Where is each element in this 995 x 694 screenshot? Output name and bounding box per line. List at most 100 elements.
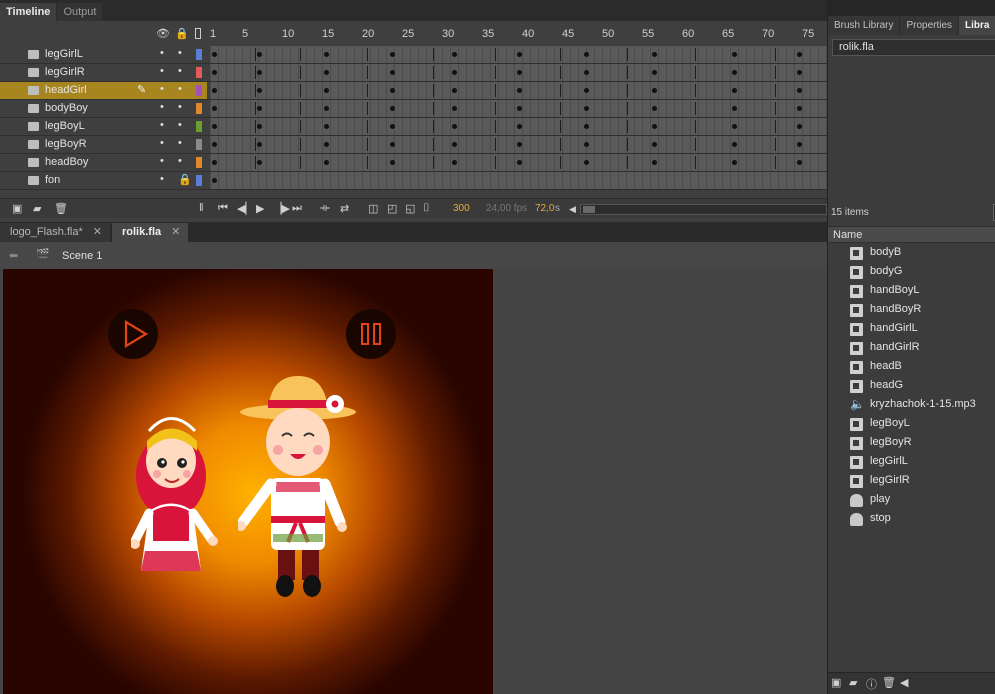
layer-name-cell[interactable]: headGirl ✎ • • bbox=[0, 82, 207, 99]
library-item[interactable]: headG bbox=[828, 377, 995, 396]
library-item[interactable]: bodyG bbox=[828, 263, 995, 282]
tab-properties[interactable]: Properties bbox=[900, 16, 959, 35]
properties-icon[interactable]: ⓘ bbox=[866, 676, 877, 692]
layer-frames[interactable] bbox=[210, 100, 841, 117]
keyframe[interactable] bbox=[324, 142, 329, 147]
keyframe[interactable] bbox=[732, 124, 737, 129]
keyframe[interactable] bbox=[584, 106, 589, 111]
keyframe[interactable] bbox=[390, 106, 395, 111]
last-frame-icon[interactable]: ⏭ bbox=[292, 202, 302, 215]
keyframe[interactable] bbox=[584, 160, 589, 165]
stop-button[interactable] bbox=[346, 309, 396, 359]
onion-outline-icon[interactable]: ◰ bbox=[387, 202, 397, 215]
keyframe[interactable] bbox=[732, 160, 737, 165]
new-folder-icon[interactable]: ▰ bbox=[849, 676, 857, 689]
keyframe[interactable] bbox=[390, 142, 395, 147]
keyframe[interactable] bbox=[390, 124, 395, 129]
boy-character[interactable] bbox=[238, 374, 368, 604]
lock-dot-icon[interactable]: • bbox=[178, 137, 182, 149]
stage[interactable] bbox=[3, 269, 493, 694]
delete-icon[interactable]: 🗑 bbox=[882, 676, 896, 689]
layer-color-swatch[interactable] bbox=[196, 139, 202, 150]
layer-row[interactable]: legBoyL • • bbox=[0, 118, 841, 136]
edit-multiple-icon[interactable]: ◱ bbox=[405, 202, 415, 215]
library-item[interactable]: stop bbox=[828, 510, 995, 529]
elapsed-time[interactable]: 72,0 bbox=[535, 203, 554, 214]
layer-color-swatch[interactable] bbox=[196, 175, 202, 186]
layer-row[interactable]: legGirlL • • bbox=[0, 46, 841, 64]
keyframe[interactable] bbox=[257, 70, 262, 75]
keyframe[interactable] bbox=[732, 70, 737, 75]
library-item[interactable]: legBoyL bbox=[828, 415, 995, 434]
keyframe[interactable] bbox=[212, 70, 217, 75]
visibility-dot-icon[interactable]: • bbox=[160, 47, 164, 59]
library-item[interactable]: handBoyR bbox=[828, 301, 995, 320]
keyframe[interactable] bbox=[452, 160, 457, 165]
keyframe[interactable] bbox=[212, 52, 217, 57]
keyframe[interactable] bbox=[797, 124, 802, 129]
layer-color-swatch[interactable] bbox=[196, 85, 202, 96]
keyframe[interactable] bbox=[797, 52, 802, 57]
scroll-left-icon[interactable]: ◀ bbox=[569, 204, 576, 215]
keyframe[interactable] bbox=[584, 52, 589, 57]
layer-frames[interactable] bbox=[210, 172, 827, 189]
keyframe[interactable] bbox=[797, 142, 802, 147]
keyframe[interactable] bbox=[652, 88, 657, 93]
timeline-scroll-thumb[interactable] bbox=[583, 206, 595, 213]
keyframe[interactable] bbox=[517, 70, 522, 75]
layer-frames[interactable] bbox=[210, 136, 841, 153]
lock-icon[interactable]: 🔒 bbox=[175, 27, 189, 40]
layer-frames[interactable] bbox=[210, 118, 841, 135]
keyframe[interactable] bbox=[517, 160, 522, 165]
layer-name[interactable]: headBoy bbox=[45, 156, 88, 168]
layer-frames[interactable] bbox=[210, 82, 841, 99]
lock-dot-icon[interactable]: • bbox=[178, 101, 182, 113]
keyframe[interactable] bbox=[324, 124, 329, 129]
keyframe[interactable] bbox=[212, 178, 217, 183]
layer-name-cell[interactable]: legGirlR • • bbox=[0, 64, 207, 81]
visibility-dot-icon[interactable]: • bbox=[160, 119, 164, 131]
keyframe[interactable] bbox=[212, 106, 217, 111]
keyframe[interactable] bbox=[517, 124, 522, 129]
play-icon[interactable]: ▶ bbox=[256, 202, 264, 215]
center-frame-icon[interactable]: ⇄ bbox=[340, 202, 349, 215]
layer-name[interactable]: legGirlL bbox=[45, 48, 83, 60]
keyframe[interactable] bbox=[652, 106, 657, 111]
layer-row[interactable]: bodyBoy • • bbox=[0, 100, 841, 118]
layer-name-cell[interactable]: fon • 🔒 bbox=[0, 172, 207, 189]
keyframe[interactable] bbox=[390, 88, 395, 93]
step-forward-icon[interactable]: ▕▶ bbox=[273, 202, 290, 215]
keyframe[interactable] bbox=[452, 142, 457, 147]
scene-label[interactable]: Scene 1 bbox=[62, 250, 102, 262]
keyframe[interactable] bbox=[257, 88, 262, 93]
keyframe[interactable] bbox=[797, 106, 802, 111]
keyframe[interactable] bbox=[652, 142, 657, 147]
keyframe[interactable] bbox=[324, 70, 329, 75]
keyframe[interactable] bbox=[584, 88, 589, 93]
frame-rate[interactable]: 24,00 fps bbox=[486, 203, 527, 214]
keyframe[interactable] bbox=[324, 52, 329, 57]
timeline-scrollbar[interactable] bbox=[580, 204, 827, 215]
keyframe[interactable] bbox=[390, 52, 395, 57]
layer-frames[interactable] bbox=[210, 154, 841, 171]
girl-character[interactable] bbox=[131, 401, 251, 601]
library-item[interactable]: legBoyR bbox=[828, 434, 995, 453]
lock-dot-icon[interactable]: • bbox=[178, 155, 182, 167]
keyframe[interactable] bbox=[324, 106, 329, 111]
library-item[interactable]: bodyB bbox=[828, 244, 995, 263]
keyframe[interactable] bbox=[324, 88, 329, 93]
keyframe[interactable] bbox=[452, 88, 457, 93]
keyframe[interactable] bbox=[212, 160, 217, 165]
layer-frames[interactable] bbox=[210, 64, 841, 81]
layer-frames[interactable] bbox=[210, 46, 841, 63]
tab-library[interactable]: Libra bbox=[959, 16, 995, 35]
keyframe[interactable] bbox=[652, 160, 657, 165]
keyframe[interactable] bbox=[212, 88, 217, 93]
scroll-left-icon[interactable]: ◀ bbox=[900, 676, 908, 689]
layer-row[interactable]: legBoyR • • bbox=[0, 136, 841, 154]
tab-brush-library[interactable]: Brush Library bbox=[828, 16, 900, 35]
keyframe[interactable] bbox=[584, 70, 589, 75]
keyframe[interactable] bbox=[324, 160, 329, 165]
keyframe[interactable] bbox=[732, 52, 737, 57]
keyframe[interactable] bbox=[390, 160, 395, 165]
